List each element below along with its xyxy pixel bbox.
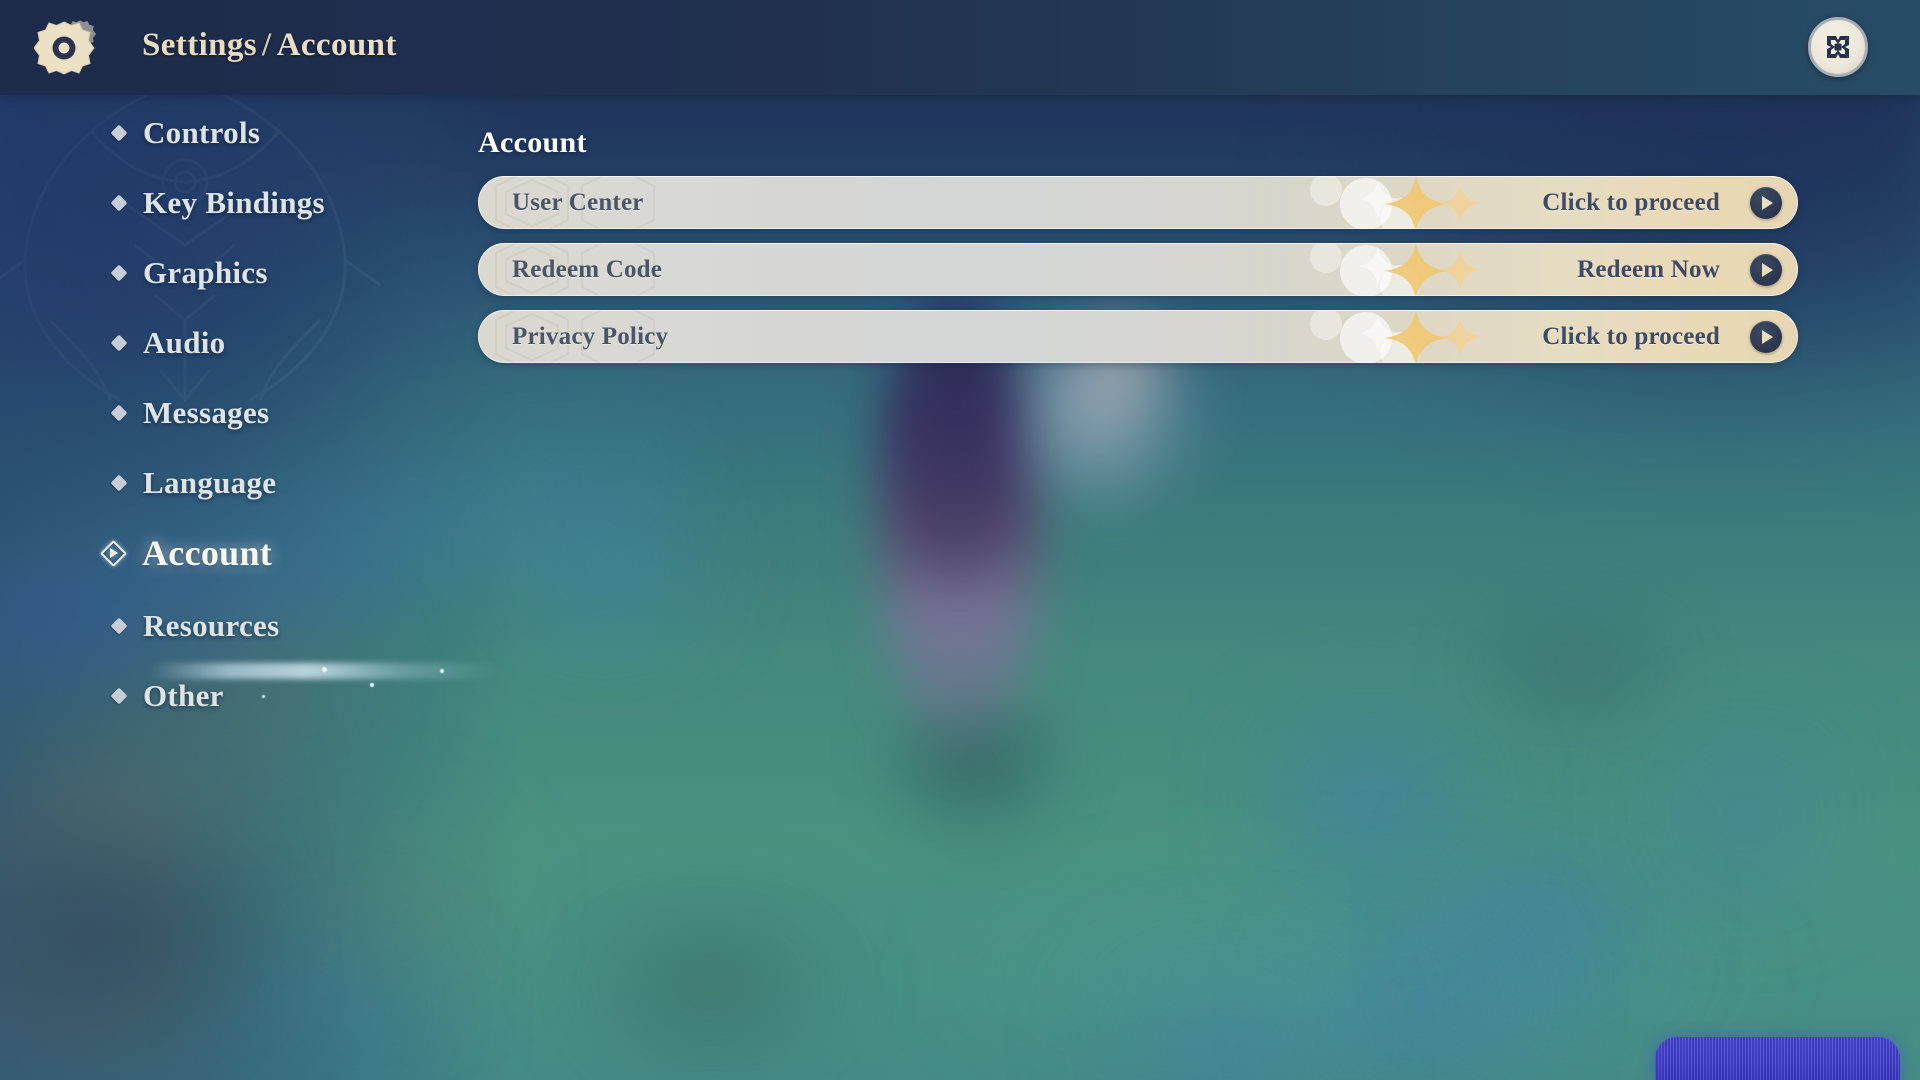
sidebar-item-label: Language [143,465,277,500]
row-label: User Center [512,188,644,216]
breadcrumb: Settings / Account [142,27,397,64]
row-action-label: Click to proceed [1542,188,1720,216]
diamond-bullet-icon [110,124,127,142]
sidebar-item-key-bindings[interactable]: Key Bindings [110,185,325,221]
breadcrumb-separator: / [262,27,272,63]
row-redeem-code[interactable]: Redeem Code Redeem Now [478,243,1798,296]
diamond-bullet-selected-icon [99,539,127,567]
sidebar-item-label: Graphics [143,255,268,290]
sidebar-item-controls[interactable]: Controls [110,115,260,151]
sidebar-item-language[interactable]: Language [110,465,276,501]
sparkle-decoration-icon [1310,243,1482,296]
settings-header-bar: Settings / Account [0,0,1920,95]
streak-spark-4 [262,695,265,698]
row-label: Redeem Code [512,255,663,283]
account-panel: Account User Center Click to proceed Red… [478,95,1808,377]
diamond-bullet-icon [110,264,127,282]
breadcrumb-root[interactable]: Settings [142,27,257,63]
sidebar-item-resources[interactable]: Resources [110,608,279,644]
chevron-right-icon[interactable] [1750,320,1782,353]
streak-spark-1 [322,667,327,672]
row-label: Privacy Policy [512,322,669,350]
diamond-bullet-icon [110,687,127,705]
diamond-bullet-icon [110,474,127,492]
sidebar-item-label: Resources [143,608,280,643]
streak-spark-2 [370,683,374,687]
sidebar-item-label: Audio [143,325,226,360]
breadcrumb-current: Account [276,27,397,63]
diamond-bullet-icon [110,194,127,212]
close-x-icon [1827,36,1849,58]
sidebar-item-label: Account [142,533,273,573]
close-button[interactable] [1808,17,1868,77]
selected-item-streak [150,663,500,679]
sidebar-item-graphics[interactable]: Graphics [110,255,268,291]
row-action-label: Redeem Now [1577,255,1720,283]
page-title: Account [478,126,587,159]
sidebar-item-label: Messages [143,395,270,430]
sidebar-item-label: Key Bindings [143,185,325,220]
sidebar-item-other[interactable]: Other [110,678,224,714]
gear-icon [34,20,97,75]
sparkle-decoration-icon [1310,176,1482,229]
sidebar-item-label: Controls [143,115,261,150]
chevron-right-icon[interactable] [1750,186,1782,219]
row-user-center[interactable]: User Center Click to proceed [478,176,1798,229]
chevron-right-icon[interactable] [1750,253,1782,286]
sidebar-item-label: Other [143,678,224,713]
sidebar-item-audio[interactable]: Audio [110,325,225,361]
sidebar-item-account[interactable]: Account [99,532,273,574]
row-action-label: Click to proceed [1542,322,1720,350]
diamond-bullet-icon [110,404,127,422]
sidebar-item-messages[interactable]: Messages [110,395,269,431]
sparkle-decoration-icon [1310,310,1482,363]
diamond-bullet-icon [110,617,127,635]
diamond-bullet-icon [110,334,127,352]
settings-sidebar: Controls Key Bindings Graphics Audio Mes… [0,95,500,1080]
bottom-right-blue-element [1655,1037,1900,1080]
streak-spark-3 [440,669,444,673]
row-privacy-policy[interactable]: Privacy Policy Click to proceed [478,310,1798,363]
